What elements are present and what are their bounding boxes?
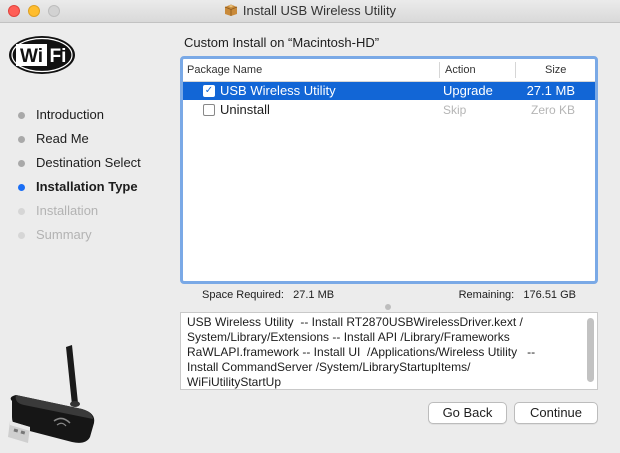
column-header-package-name[interactable]: Package Name [187,59,262,81]
space-remaining-value: 176.51 GB [523,289,576,301]
step-label: Introduction [36,107,104,122]
column-header-action[interactable]: Action [445,59,476,81]
step-installation: Installation [18,199,141,223]
space-summary: Space Required: 27.1 MB Remaining: 176.5… [180,285,598,310]
package-action: Upgrade [443,83,493,98]
installer-steps: Introduction Read Me Destination Select … [18,103,141,247]
wifi-logo-text-right: Fi [50,46,67,67]
step-bullet-icon [18,184,25,191]
column-divider [515,62,516,78]
sidebar: Wi Fi Introduction Read Me Destination S… [0,23,170,443]
step-destination-select: Destination Select [18,151,141,175]
column-divider [439,62,440,78]
package-name: USB Wireless Utility [220,83,336,98]
wifi-logo: Wi Fi [9,36,75,74]
continue-button[interactable]: Continue [514,402,598,424]
column-header-size[interactable]: Size [545,59,566,81]
window-title-wrap: Install USB Wireless Utility [0,3,620,18]
table-row-uninstall[interactable]: Uninstall Skip Zero KB [183,101,595,119]
step-bullet-icon [18,232,25,239]
step-bullet-icon [18,160,25,167]
package-description-text: USB Wireless Utility -- Install RT2870US… [187,315,536,389]
step-label: Destination Select [36,155,141,170]
package-action: Skip [443,103,467,117]
step-summary: Summary [18,223,141,247]
step-installation-type: Installation Type [18,175,141,199]
split-view-resize-handle[interactable] [385,304,391,310]
package-size: Zero KB [530,103,575,117]
table-row-usb-wireless-utility[interactable]: ✓ USB Wireless Utility Upgrade 27.1 MB [183,82,595,100]
table-header: Package Name Action Size [183,59,595,82]
description-scrollbar[interactable] [587,318,594,382]
title-bar[interactable]: Install USB Wireless Utility [0,0,620,23]
installer-window: Install USB Wireless Utility Wi Fi Intro… [0,0,620,443]
package-table[interactable]: Package Name Action Size ✓ USB Wireless … [180,56,598,284]
space-required-value: 27.1 MB [293,289,335,301]
step-label: Summary [36,227,92,242]
step-bullet-icon [18,112,25,119]
package-icon [224,4,238,16]
package-checkbox-checked[interactable]: ✓ [203,85,215,97]
step-label: Installation [36,203,99,218]
step-label: Installation Type [36,179,138,194]
window-title: Install USB Wireless Utility [242,3,397,18]
package-checkbox-unchecked[interactable] [203,104,215,116]
space-remaining-label: Remaining: [458,289,515,301]
space-required-label: Space Required: [202,289,284,301]
space-remaining: Remaining: 176.51 GB [459,289,576,301]
step-label: Read Me [36,131,89,146]
wifi-logo-text-left: Wi [20,46,43,67]
package-description: USB Wireless Utility -- Install RT2870US… [180,312,598,390]
step-bullet-icon [18,208,25,215]
step-bullet-icon [18,136,25,143]
package-name: Uninstall [220,102,270,117]
space-required: Space Required: 27.1 MB [202,289,334,301]
page-heading: Custom Install on “Macintosh-HD” [184,35,380,50]
step-introduction: Introduction [18,103,141,127]
step-read-me: Read Me [18,127,141,151]
package-size: 27.1 MB [526,83,575,98]
go-back-button[interactable]: Go Back [428,402,507,424]
